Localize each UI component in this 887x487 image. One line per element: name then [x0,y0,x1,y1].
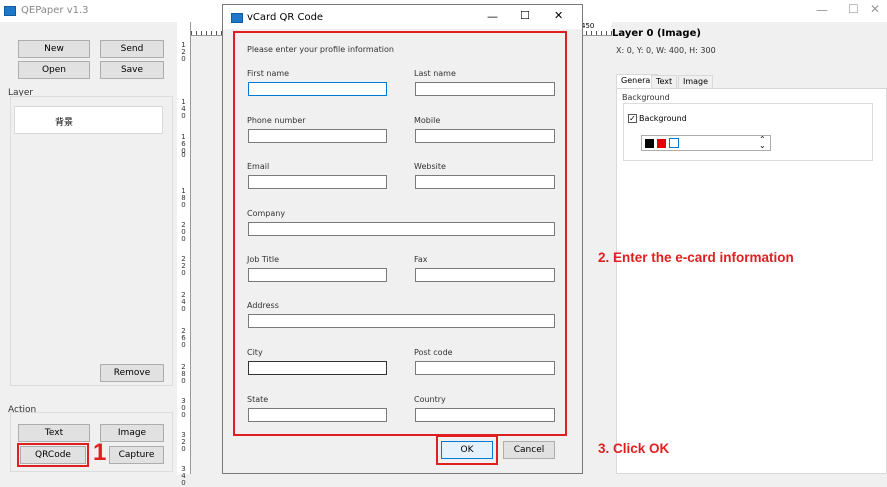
phone-label: Phone number [247,116,306,125]
step1-annotation: 1 [93,439,107,466]
job-title-field[interactable] [248,268,387,282]
main-window-title: QEPaper v1.3 [21,5,89,16]
color-select[interactable]: ⌃ ⌄ [641,135,771,151]
last-name-field[interactable] [415,82,555,96]
new-button[interactable]: New [18,40,90,58]
ruler-label: 120 [181,41,186,63]
phone-field[interactable] [248,129,387,143]
email-label: Email [247,162,270,171]
vcard-dialog: vCard QR Code — ☐ ✕ Please enter your pr… [222,4,583,474]
website-field[interactable] [415,175,555,189]
save-button[interactable]: Save [100,61,164,79]
ruler-label: 450 [581,22,595,30]
background-group-label: Background [622,93,670,102]
company-label: Company [247,209,286,218]
ruler-label: 280 [181,363,186,385]
last-name-label: Last name [414,69,456,78]
text-button[interactable]: Text [18,424,90,442]
ruler-label: 300 [181,397,186,419]
ruler-label: 200 [181,221,186,243]
layer-list[interactable]: 背景 [14,106,163,134]
country-label: Country [414,395,446,404]
layer-group [10,96,173,386]
company-field[interactable] [248,222,555,236]
ruler-label: 180 [181,187,186,209]
spinner-icon[interactable]: ⌃ ⌄ [759,136,766,150]
first-name-label: First name [247,69,290,78]
tab-image[interactable]: Image [678,75,714,88]
black-swatch [645,139,654,148]
step3-annotation: 3. Click OK [598,441,670,456]
capture-button[interactable]: Capture [109,446,164,464]
red-swatch [657,139,666,148]
address-field[interactable] [248,314,555,328]
ruler-label: 140 [181,98,186,120]
maximize-icon[interactable]: ☐ [848,2,859,16]
country-field[interactable] [415,408,555,422]
city-field[interactable] [248,361,387,375]
background-checkbox-label: Background [639,114,687,123]
city-label: City [247,348,263,357]
minimize-icon[interactable]: — [816,3,828,17]
step2-annotation: 2. Enter the e-card information [598,250,794,265]
general-tab-panel: Background ✓ Background ⌃ ⌄ [616,88,887,474]
layer-info: X: 0, Y: 0, W: 400, H: 300 [616,46,716,55]
close-icon[interactable]: ✕ [870,2,880,16]
layer-item[interactable]: 背景 [55,115,73,128]
mobile-field[interactable] [415,129,555,143]
ruler-label: 320 [181,431,186,453]
website-label: Website [414,162,446,171]
state-field[interactable] [248,408,387,422]
cancel-button[interactable]: Cancel [503,441,555,459]
vertical-ruler: 120 140 160 0 180 200 220 240 260 280 30… [177,22,191,487]
app-icon [4,6,16,16]
background-checkbox[interactable]: ✓ [628,114,637,123]
dialog-title: vCard QR Code [247,12,324,23]
ruler-label: 240 [181,291,186,313]
state-label: State [247,395,269,404]
white-swatch [669,138,679,148]
mobile-label: Mobile [414,116,441,125]
ruler-label: 260 [181,327,186,349]
address-label: Address [247,301,279,310]
dialog-close-icon[interactable]: ✕ [554,9,563,22]
fax-field[interactable] [415,268,555,282]
dialog-minimize-icon[interactable]: — [487,10,498,23]
ruler-label: 0 [181,151,186,159]
prompt-text: Please enter your profile information [247,45,394,54]
job-title-label: Job Title [247,255,280,264]
email-field[interactable] [248,175,387,189]
post-code-label: Post code [414,348,453,357]
send-button[interactable]: Send [100,40,164,58]
dialog-maximize-icon[interactable]: ☐ [520,9,530,22]
ruler-label: 220 [181,255,186,277]
dialog-title-bar: vCard QR Code — ☐ ✕ [223,5,582,29]
ok-button[interactable]: OK [441,441,493,459]
dialog-app-icon [231,13,243,23]
tab-text[interactable]: Text [651,75,678,88]
post-code-field[interactable] [415,361,555,375]
remove-button[interactable]: Remove [100,364,164,382]
fax-label: Fax [414,255,428,264]
layer-title: Layer 0 (Image) [612,28,701,39]
qrcode-highlight [17,443,89,467]
background-group [623,103,873,161]
open-button[interactable]: Open [18,61,90,79]
first-name-field[interactable] [248,82,387,96]
image-button[interactable]: Image [100,424,164,442]
ruler-label: 340 [181,465,186,487]
